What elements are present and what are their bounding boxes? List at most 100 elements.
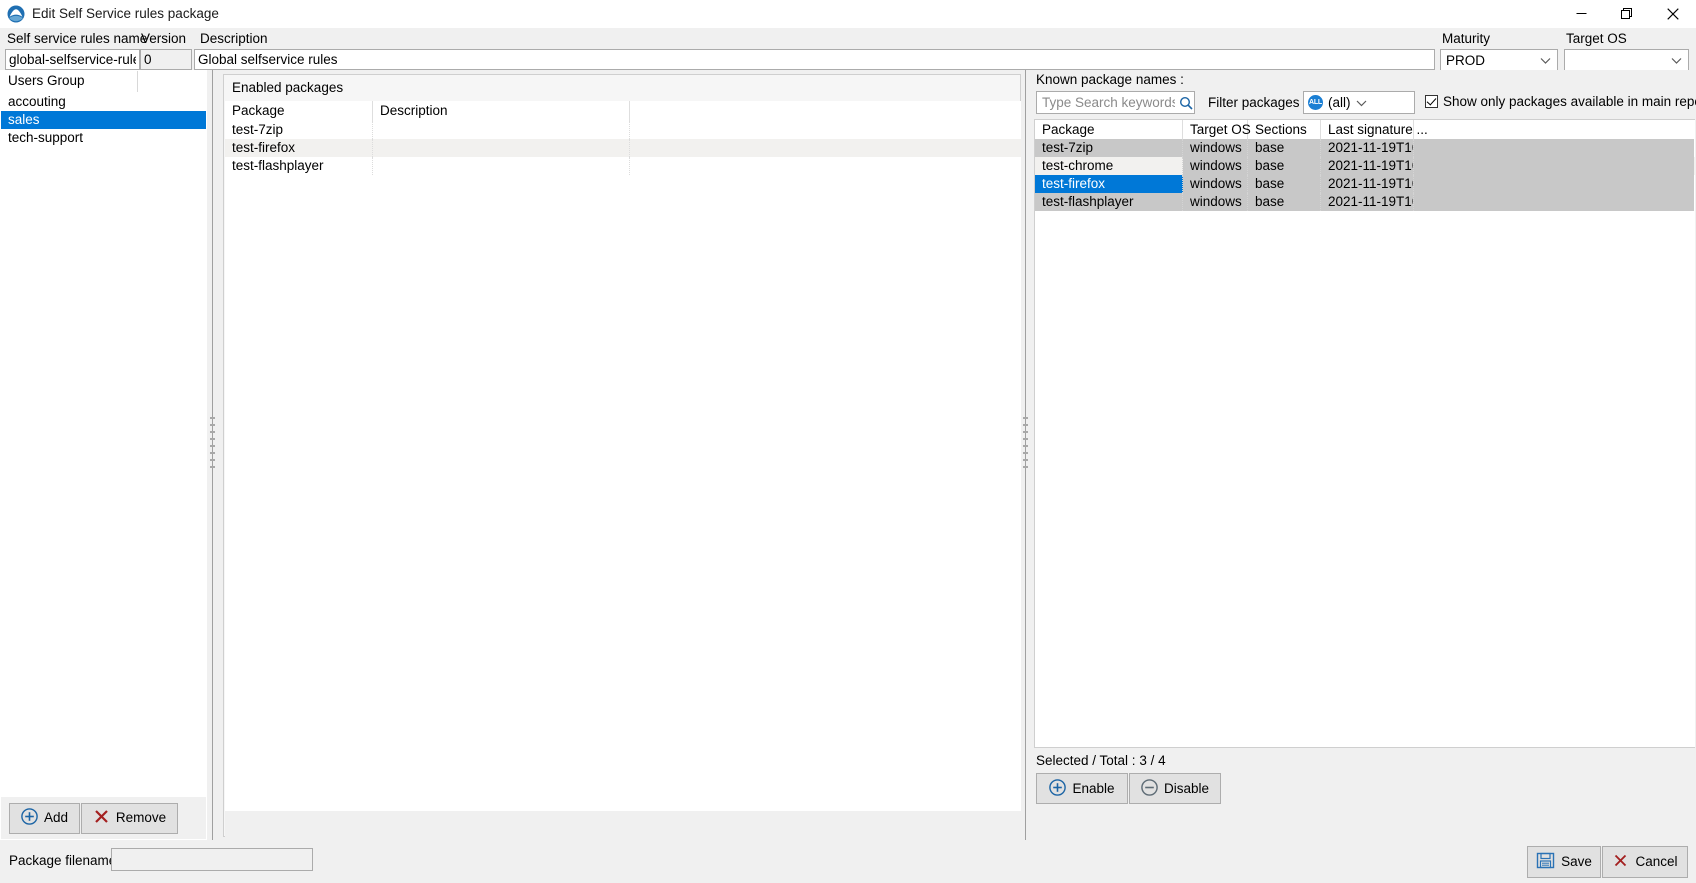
enable-packages-button[interactable]: Enable	[1036, 773, 1128, 804]
maturity-selected-value: PROD	[1446, 52, 1486, 68]
package-filename-label: Package filename :	[9, 853, 124, 868]
column-header-blank[interactable]	[630, 101, 1021, 121]
column-header-blank[interactable]	[137, 71, 206, 92]
enabled-packages-footer	[225, 811, 1021, 837]
table-row[interactable]: test-7zip windows base 2021-11-19T16...	[1035, 139, 1695, 157]
minimize-button[interactable]	[1558, 0, 1604, 27]
search-box[interactable]	[1036, 91, 1195, 114]
window-titlebar: Edit Self Service rules package	[0, 0, 1696, 28]
users-group-panel: Users Group accouting sales tech-support	[0, 70, 209, 840]
known-packages-actions: Enable Disable	[1036, 773, 1221, 804]
known-package-target-os: windows	[1183, 139, 1248, 157]
table-row[interactable]: test-flashplayer	[225, 157, 1021, 175]
dialog-actions: Save Cancel	[1527, 846, 1688, 878]
enabled-package-description	[373, 157, 630, 175]
window-controls	[1558, 0, 1696, 27]
self-service-rules-name-input[interactable]	[5, 49, 140, 70]
known-package-last-signature: 2021-11-19T16...	[1321, 157, 1414, 175]
column-header-users-group[interactable]: Users Group	[1, 71, 138, 92]
maturity-select[interactable]: PROD	[1440, 49, 1558, 71]
known-package-extra	[1414, 139, 1694, 157]
disable-packages-label: Disable	[1163, 780, 1210, 796]
add-group-button[interactable]: Add	[9, 802, 80, 834]
column-header-package[interactable]: Package	[1035, 120, 1183, 139]
enabled-package-extra	[630, 157, 1021, 175]
known-package-sections: base	[1248, 175, 1321, 193]
known-package-extra	[1414, 175, 1694, 193]
enabled-package-extra	[630, 139, 1021, 157]
package-header-form: Self service rules name Version Descript…	[0, 28, 1696, 71]
show-only-main-repo-checkbox[interactable]: Show only packages available in main rep…	[1425, 94, 1696, 109]
splitter-grip-icon	[210, 417, 215, 477]
table-row[interactable]: test-flashplayer windows base 2021-11-19…	[1035, 193, 1695, 211]
known-packages-table[interactable]: Package Target OS Sections Last signatur…	[1034, 119, 1695, 748]
target-os-label: Target OS	[1566, 31, 1627, 46]
users-group-table-header: Users Group	[1, 71, 206, 93]
enabled-packages-table[interactable]: Package Description test-7zip test-firef…	[225, 101, 1021, 811]
users-group-row-blank	[137, 111, 206, 129]
cancel-button[interactable]: Cancel	[1602, 846, 1688, 878]
magnifier-icon[interactable]	[1177, 96, 1194, 110]
known-package-name: test-firefox	[1035, 175, 1183, 193]
version-label: Version	[141, 31, 187, 46]
enable-packages-label: Enable	[1072, 780, 1115, 796]
maturity-label: Maturity	[1442, 31, 1491, 46]
enabled-package-name: test-flashplayer	[225, 157, 373, 175]
column-header-description[interactable]: Description	[373, 101, 630, 121]
column-header-blank[interactable]	[1414, 120, 1694, 139]
window-title: Edit Self Service rules package	[32, 6, 219, 21]
known-package-name: test-chrome	[1035, 157, 1183, 175]
table-row[interactable]: test-chrome windows base 2021-11-19T16..…	[1035, 157, 1695, 175]
users-group-row[interactable]: sales	[1, 111, 206, 129]
known-package-extra	[1414, 157, 1694, 175]
table-row[interactable]: test-7zip	[225, 121, 1021, 139]
minus-circle-icon	[1141, 778, 1158, 799]
users-group-row[interactable]: accouting	[1, 93, 206, 111]
package-filename-input[interactable]	[111, 848, 313, 871]
known-packages-table-header: Package Target OS Sections Last signatur…	[1035, 120, 1695, 139]
table-row[interactable]: test-firefox	[225, 139, 1021, 157]
show-only-main-repo-label: Show only packages available in main rep…	[1443, 94, 1696, 109]
users-group-row-blank	[138, 93, 206, 111]
filter-packages-select[interactable]: ALL (all)	[1303, 91, 1415, 114]
users-group-row-blank	[138, 129, 206, 147]
wapt-logo-icon	[7, 5, 25, 23]
known-package-name: test-flashplayer	[1035, 193, 1183, 211]
version-input[interactable]	[140, 49, 192, 70]
maximize-restore-button[interactable]	[1604, 0, 1650, 27]
remove-group-button[interactable]: Remove	[81, 802, 178, 834]
close-button[interactable]	[1650, 0, 1696, 27]
table-row[interactable]: test-firefox windows base 2021-11-19T16.…	[1035, 175, 1695, 193]
known-package-last-signature: 2021-11-19T16...	[1321, 139, 1414, 157]
known-package-target-os: windows	[1183, 157, 1248, 175]
search-input[interactable]	[1037, 94, 1178, 111]
column-header-last-signature[interactable]: Last signature ...	[1321, 120, 1428, 139]
enabled-package-description	[373, 139, 630, 157]
column-header-sections[interactable]: Sections	[1248, 120, 1321, 139]
enabled-packages-table-header: Package Description	[225, 101, 1021, 121]
all-badge-icon: ALL	[1308, 95, 1323, 110]
floppy-disk-icon	[1536, 851, 1555, 873]
checkbox-check-icon	[1425, 95, 1438, 108]
users-group-row[interactable]: tech-support	[1, 129, 206, 147]
enabled-packages-container: Enabled packages Package Description tes…	[223, 74, 1021, 837]
users-group-actions: Add Remove	[0, 797, 207, 840]
users-group-name: tech-support	[8, 130, 84, 145]
disable-packages-button[interactable]: Disable	[1129, 773, 1221, 804]
known-package-last-signature: 2021-11-19T16...	[1321, 193, 1414, 211]
known-package-names-label: Known package names :	[1036, 72, 1184, 87]
users-group-table[interactable]: Users Group accouting sales tech-support	[0, 70, 207, 797]
known-packages-panel: Known package names : Filter packages AL…	[1028, 70, 1696, 840]
known-package-name: test-7zip	[1035, 139, 1183, 157]
chevron-down-icon	[1671, 53, 1682, 68]
column-header-target-os[interactable]: Target OS	[1183, 120, 1251, 139]
known-package-target-os: windows	[1183, 193, 1248, 211]
column-header-package[interactable]: Package	[225, 101, 373, 121]
description-input[interactable]	[194, 49, 1435, 70]
target-os-select[interactable]	[1564, 49, 1689, 71]
known-package-sections: base	[1248, 139, 1321, 157]
chevron-down-icon	[1540, 53, 1551, 68]
save-button[interactable]: Save	[1527, 846, 1601, 878]
red-cross-icon	[1612, 852, 1629, 872]
splitter-left[interactable]	[209, 70, 217, 840]
